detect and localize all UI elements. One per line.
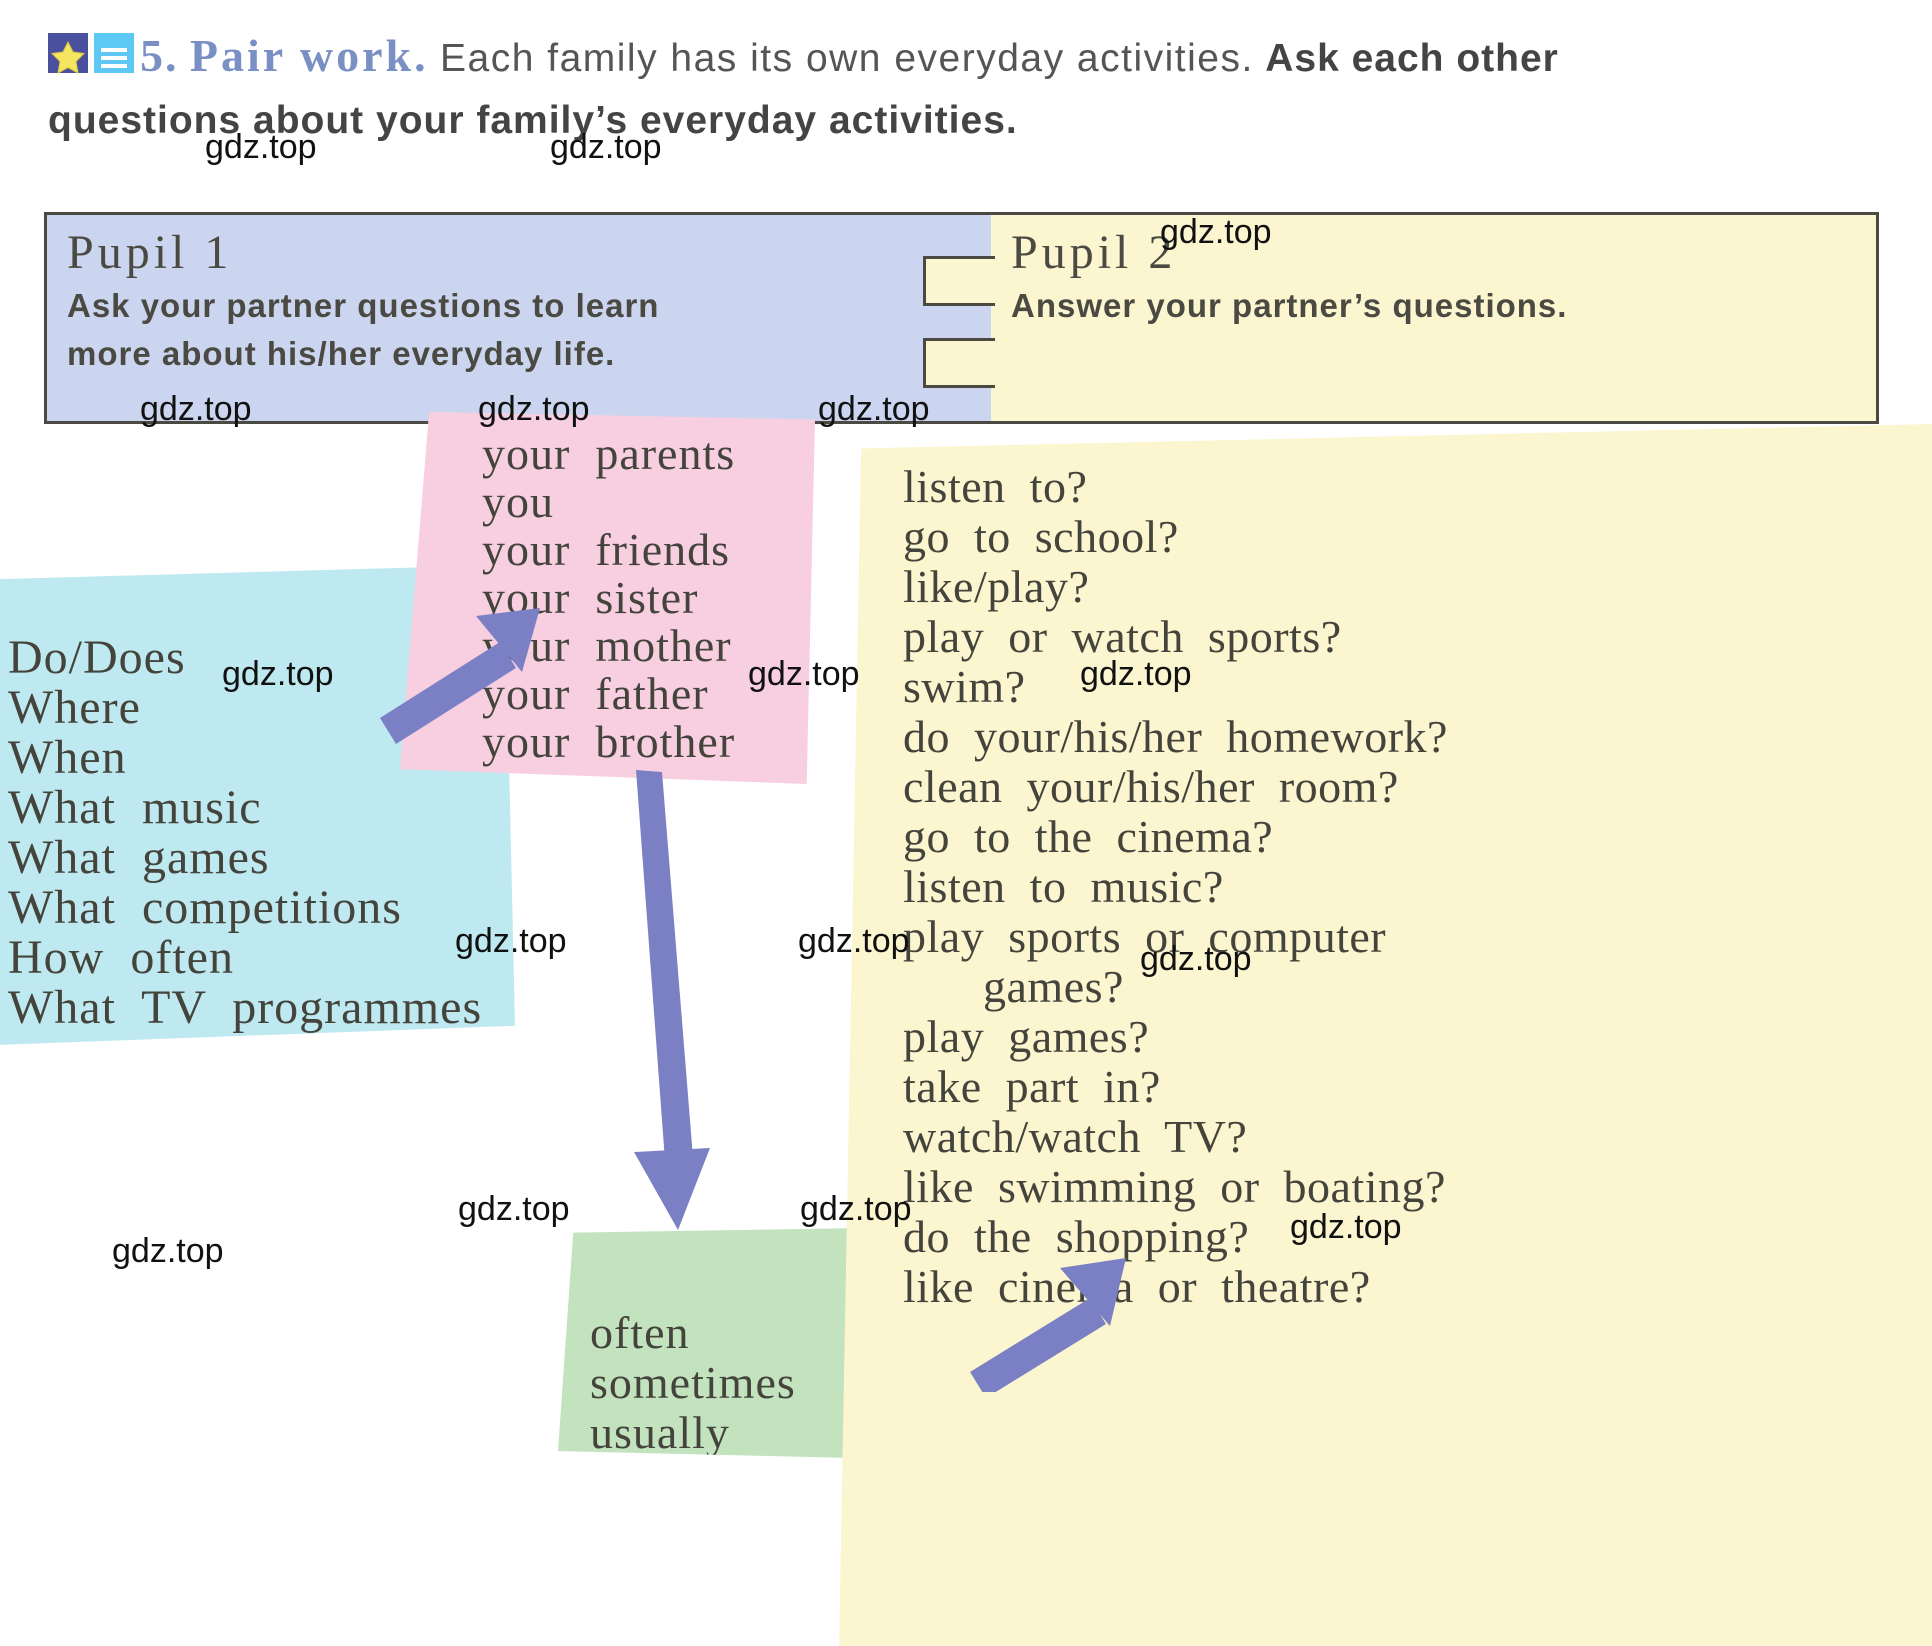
pupil-1-title: Pupil 1 [67, 226, 233, 279]
arrow-cyan-to-pink [380, 608, 540, 744]
watermark: gdz.top [458, 1190, 570, 1228]
list-item: listen to? [903, 461, 1088, 512]
list-item: go to school? [903, 511, 1179, 562]
exercise-header-line-2: questions about your family’s everyday a… [48, 89, 1898, 151]
exercise-intro-bold-1: Ask each other [1265, 37, 1559, 80]
watermark: gdz.top [455, 922, 567, 960]
list-icon [94, 33, 134, 73]
pupil-1-line-2: more about his/her everyday life. [67, 335, 616, 372]
watermark: gdz.top [140, 390, 252, 428]
arrow-pink-to-green [634, 770, 710, 1230]
list-item: watch/watch TV? [903, 1111, 1248, 1162]
pupil-roles-panel: Pupil 1 Ask your partner questions to le… [44, 212, 1879, 424]
pupil-1-line-1: Ask your partner questions to learn [67, 287, 660, 324]
watermark: gdz.top [550, 128, 662, 166]
arrow-green-to-yellow [970, 1258, 1126, 1392]
frequency-adverbs-list: often sometimes usually [590, 1308, 796, 1458]
watermark: gdz.top [205, 128, 317, 166]
watermark: gdz.top [1290, 1208, 1402, 1246]
star-icon [48, 33, 88, 74]
list-item: play games? [903, 1011, 1150, 1062]
exercise-intro-bold-2: questions about your family’s everyday a… [48, 99, 1018, 142]
list-item: What TV programmes [8, 981, 483, 1034]
watermark: gdz.top [800, 1190, 912, 1228]
watermark: gdz.top [798, 922, 910, 960]
puzzle-tab-lower [923, 338, 995, 388]
predicates-list: listen to? go to school? like/play? play… [903, 462, 1448, 1312]
pupil-2-title: Pupil 2 [1011, 226, 1177, 279]
list-item: you [482, 476, 554, 527]
exercise-number: 5. [140, 30, 179, 81]
exercise-title: Pair work. [189, 30, 429, 81]
watermark: gdz.top [1160, 213, 1272, 251]
watermark: gdz.top [1140, 940, 1252, 978]
list-item: go to the cinema? [903, 811, 1274, 862]
exercise-header: 5. Pair work. Each family has its own ev… [48, 26, 1898, 151]
list-item: take part in? [903, 1061, 1161, 1112]
watermark: gdz.top [478, 390, 590, 428]
exercise-intro-normal: Each family has its own everyday activit… [440, 37, 1254, 80]
watermark: gdz.top [222, 655, 334, 693]
pupil-2-box: Pupil 2 Answer your partner’s questions. [991, 212, 1879, 424]
list-item: sometimes [590, 1357, 796, 1408]
list-item: your friends [482, 524, 731, 575]
list-item: do your/his/her homework? [903, 711, 1448, 762]
watermark: gdz.top [748, 655, 860, 693]
list-item: your parents [482, 428, 736, 479]
list-item: What music [8, 781, 262, 834]
list-item: How often [8, 931, 234, 984]
exercise-header-line-1: 5. Pair work. Each family has its own ev… [48, 26, 1898, 89]
watermark: gdz.top [1080, 655, 1192, 693]
watermark: gdz.top [112, 1232, 224, 1270]
list-item: like swimming or boating? [903, 1161, 1446, 1212]
list-item: What competitions [8, 881, 402, 934]
list-item: listen to music? [903, 861, 1224, 912]
list-item: usually [590, 1407, 730, 1458]
list-item: What games [8, 831, 270, 884]
list-item: often [590, 1307, 690, 1358]
watermark: gdz.top [818, 390, 930, 428]
list-item: like/play? [903, 561, 1090, 612]
puzzle-tab-upper [923, 256, 995, 306]
note-card-predicates: listen to? go to school? like/play? play… [839, 424, 1932, 1646]
pupil-2-line-1: Answer your partner’s questions. [1011, 287, 1568, 324]
list-item: clean your/his/her room? [903, 761, 1399, 812]
